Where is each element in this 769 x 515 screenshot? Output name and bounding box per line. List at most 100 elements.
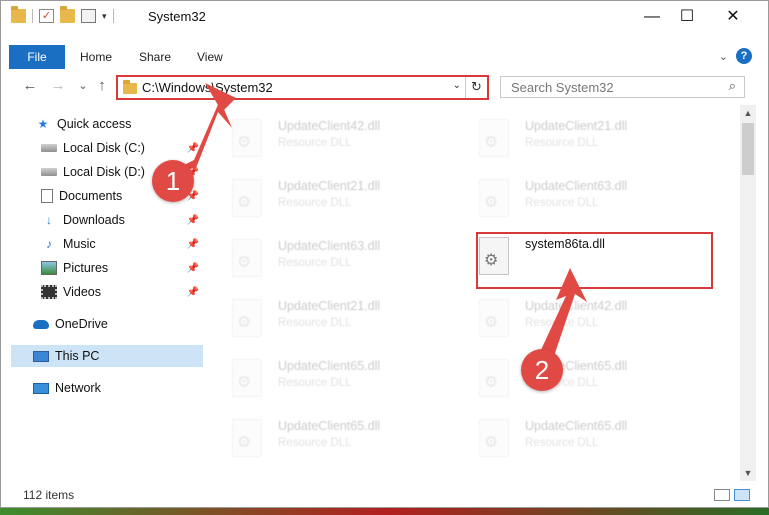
up-arrow-icon[interactable]: ↑: [93, 77, 111, 94]
computer-icon: [33, 350, 49, 362]
sidebar-item-label: Local Disk (D:): [63, 165, 145, 179]
pin-icon[interactable]: 📌: [187, 263, 199, 274]
download-icon: ↓: [46, 213, 52, 227]
file-item[interactable]: ⚙ UpdateClient65.dll Resource DLL: [216, 411, 456, 463]
sidebar-item-videos[interactable]: Videos 📌: [1, 281, 203, 303]
dll-file-icon: ⚙: [232, 179, 262, 217]
dll-file-icon: ⚙: [232, 299, 262, 337]
new-folder-icon[interactable]: [60, 6, 75, 23]
file-type: Resource DLL: [278, 317, 352, 329]
tiles-view-icon[interactable]: [734, 489, 750, 501]
pin-icon[interactable]: 📌: [187, 287, 199, 298]
status-bar: 112 items: [1, 485, 768, 507]
dll-file-icon: ⚙: [232, 119, 262, 157]
pictures-icon: [41, 261, 57, 275]
sidebar-item-this-pc[interactable]: This PC: [11, 345, 203, 367]
dll-file-icon: ⚙: [232, 239, 262, 277]
sidebar-item-label: Music: [63, 237, 96, 251]
refresh-icon[interactable]: ↻: [465, 77, 487, 98]
folder-icon[interactable]: [11, 6, 26, 23]
dll-file-icon: ⚙: [479, 119, 509, 157]
file-type: Resource DLL: [278, 257, 352, 269]
file-name: UpdateClient65.dll: [278, 359, 381, 373]
search-input[interactable]: Search System32 ⌕: [500, 76, 745, 98]
pin-icon[interactable]: 📌: [187, 215, 199, 226]
dll-file-icon: ⚙: [479, 179, 509, 217]
scroll-up-icon[interactable]: ▲: [740, 105, 756, 121]
expand-ribbon-icon[interactable]: ⌄: [719, 50, 728, 63]
file-name: UpdateClient63.dll: [278, 239, 381, 253]
address-dropdown-icon[interactable]: ⌄: [453, 80, 461, 91]
pin-icon[interactable]: 📌: [187, 239, 199, 250]
details-view-icon[interactable]: [714, 489, 730, 501]
tab-file[interactable]: File: [9, 45, 65, 69]
star-icon: ★: [37, 117, 49, 131]
file-type: Resource DLL: [278, 437, 352, 449]
file-item[interactable]: ⚙ UpdateClient21.dll Resource DLL: [463, 111, 703, 163]
sidebar-item-local-disk-c[interactable]: Local Disk (C:) 📌: [1, 137, 203, 159]
search-icon[interactable]: ⌕: [729, 78, 736, 94]
vertical-scrollbar[interactable]: ▲ ▼: [740, 105, 756, 481]
music-icon: ♪: [46, 237, 52, 251]
file-item[interactable]: ⚙ UpdateClient65.dll Resource DLL: [216, 351, 456, 403]
file-item[interactable]: ⚙ UpdateClient65.dll Resource DLL: [463, 351, 703, 403]
sidebar-item-downloads[interactable]: ↓ Downloads 📌: [1, 209, 203, 231]
file-type: Resource DLL: [525, 197, 599, 209]
file-item[interactable]: ⚙ UpdateClient21.dll Resource DLL: [216, 171, 456, 223]
sidebar-item-label: Downloads: [63, 213, 125, 227]
file-type: Resource DLL: [525, 137, 599, 149]
toolbar-dropdown-icon[interactable]: ▾: [102, 11, 107, 22]
dll-file-icon: ⚙: [232, 359, 262, 397]
file-item[interactable]: ⚙ UpdateClient21.dll Resource DLL: [216, 291, 456, 343]
file-name: UpdateClient65.dll: [525, 419, 628, 433]
sidebar-item-network[interactable]: Network: [1, 377, 203, 399]
file-name: UpdateClient65.dll: [278, 419, 381, 433]
dll-file-icon: ⚙: [479, 359, 509, 397]
file-item[interactable]: ⚙ UpdateClient42.dll Resource DLL: [216, 111, 456, 163]
tab-view[interactable]: View: [197, 45, 223, 69]
file-list: ⚙ UpdateClient42.dll Resource DLL ⚙ Upda…: [216, 105, 736, 475]
back-arrow-icon[interactable]: ←: [21, 77, 39, 94]
file-item[interactable]: ⚙ UpdateClient63.dll Resource DLL: [216, 231, 456, 283]
forward-arrow-icon[interactable]: →: [49, 77, 67, 94]
file-item[interactable]: ⚙ UpdateClient65.dll Resource DLL: [463, 411, 703, 463]
scroll-thumb[interactable]: [742, 123, 754, 175]
address-bar[interactable]: C:\Windows\System32 ⌄ ↻: [116, 75, 489, 100]
item-count: 112 items: [23, 488, 75, 502]
sidebar-item-onedrive[interactable]: OneDrive: [1, 313, 203, 335]
tab-home[interactable]: Home: [80, 45, 112, 69]
address-path[interactable]: C:\Windows\System32: [142, 80, 273, 95]
properties-check-icon[interactable]: ✓: [39, 9, 54, 23]
folder-icon: [123, 80, 137, 94]
file-name: UpdateClient21.dll: [278, 179, 381, 193]
customize-toolbar-icon[interactable]: [81, 9, 96, 23]
sidebar-item-quick-access[interactable]: ★ Quick access: [1, 113, 203, 135]
file-item[interactable]: ⚙ UpdateClient63.dll Resource DLL: [463, 171, 703, 223]
sidebar-item-label: Pictures: [63, 261, 109, 275]
pin-icon[interactable]: 📌: [187, 143, 199, 154]
sidebar-item-label: Quick access: [57, 117, 132, 131]
file-item[interactable]: ⚙ UpdateClient42.dll Resource DLL: [463, 291, 703, 343]
recent-locations-icon[interactable]: ⌄: [74, 79, 92, 92]
close-button[interactable]: ✕: [710, 1, 756, 32]
onedrive-icon: [33, 319, 49, 329]
title-bar: ✓ ▾ System32 — ☐ ✕: [1, 1, 768, 32]
window-title: System32: [148, 9, 206, 24]
scroll-down-icon[interactable]: ▼: [740, 465, 756, 481]
dll-file-icon: ⚙: [479, 419, 509, 457]
maximize-button[interactable]: ☐: [664, 1, 710, 32]
sidebar-item-label: Videos: [63, 285, 101, 299]
file-name: UpdateClient21.dll: [525, 119, 628, 133]
toolbar-divider: [32, 9, 33, 23]
toolbar-divider: [112, 9, 114, 23]
help-icon[interactable]: ?: [736, 48, 752, 64]
step-2-badge: 2: [521, 349, 563, 391]
sidebar-item-label: Documents: [59, 189, 123, 203]
sidebar-item-music[interactable]: ♪ Music 📌: [1, 233, 203, 255]
sidebar-item-pictures[interactable]: Pictures 📌: [1, 257, 203, 279]
drive-icon: [41, 168, 57, 176]
file-type: Resource DLL: [278, 137, 352, 149]
tab-share[interactable]: Share: [139, 45, 171, 69]
search-placeholder: Search System32: [511, 80, 614, 95]
file-name: UpdateClient42.dll: [278, 119, 381, 133]
